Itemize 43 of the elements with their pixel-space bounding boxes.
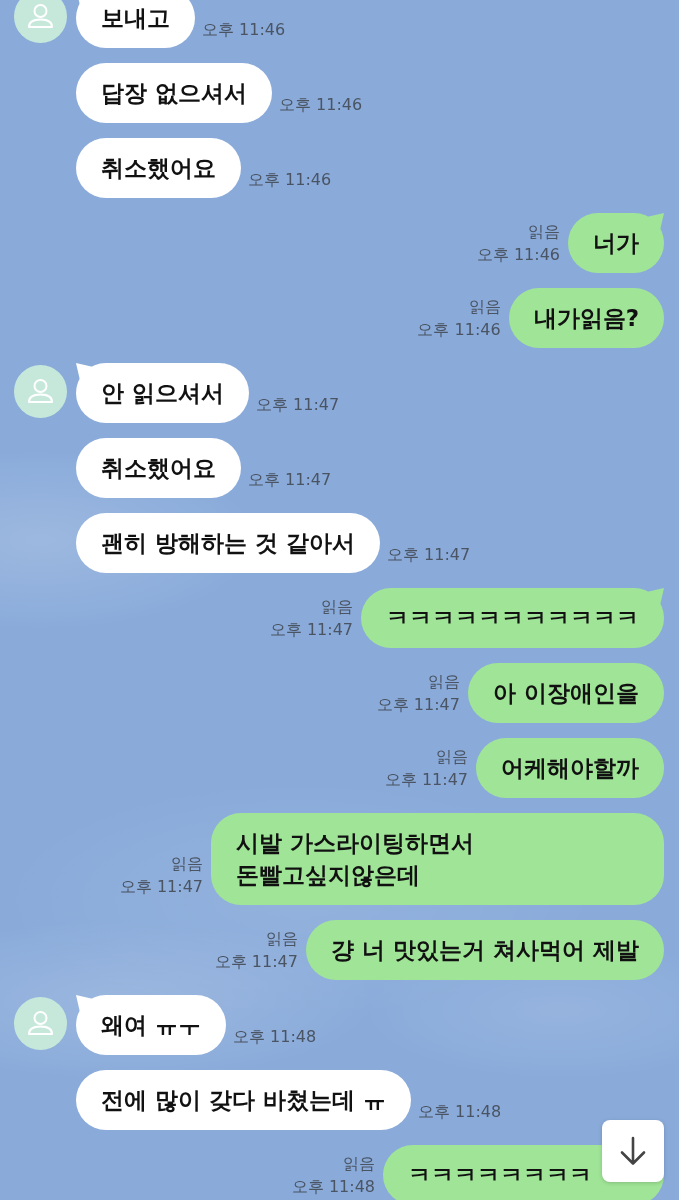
message-bubble: 아 이장애인을: [468, 663, 664, 723]
message-bubble: ㅋㅋㅋㅋㅋㅋㅋㅋㅋㅋㅋ: [361, 588, 664, 648]
timestamp: 오후 11:46: [279, 95, 363, 115]
message-bubble: 전에 많이 갖다 바쳤는데 ㅠ: [76, 1070, 412, 1130]
timestamp: 오후 11:46: [476, 244, 560, 266]
scroll-down-button[interactable]: [602, 1120, 664, 1182]
message-bubble: 왜여 ㅠㅜ: [76, 995, 226, 1055]
message-bubble: 괜히 방해하는 것 같아서: [76, 513, 381, 573]
message-bubble: 내가읽음?: [508, 288, 664, 348]
message-bubble: 너가: [568, 213, 664, 273]
timestamp: 오후 11:47: [248, 470, 332, 490]
timestamp: 오후 11:46: [202, 20, 286, 40]
read-receipt: 읽음: [528, 221, 560, 243]
timestamp: 오후 11:47: [119, 876, 203, 898]
timestamp: 오후 11:47: [214, 951, 298, 973]
message-bubble: 답장 없으셔서: [76, 63, 272, 123]
timestamp: 오후 11:47: [269, 619, 353, 641]
timestamp: 오후 11:47: [376, 694, 460, 716]
timestamp: 오후 11:48: [418, 1102, 502, 1122]
arrow-down-icon: [618, 1136, 648, 1166]
read-receipt: 읽음: [468, 296, 501, 318]
timestamp: 오후 11:47: [387, 545, 471, 565]
message-bubble: 시발 가스라이팅하면서 돈빨고싶지않은데: [211, 813, 664, 905]
timestamp: 오후 11:47: [384, 769, 468, 791]
read-receipt: 읽음: [171, 853, 203, 875]
timestamp: 오후 11:48: [291, 1176, 375, 1198]
message-bubble: 걍 너 맛있는거 쳐사먹어 제발: [305, 920, 664, 980]
read-receipt: 읽음: [321, 596, 353, 618]
avatar-icon[interactable]: [14, 997, 67, 1050]
read-receipt: 읽음: [436, 746, 468, 768]
timestamp: 오후 11:46: [417, 319, 501, 341]
avatar-icon[interactable]: [14, 0, 67, 43]
timestamp: 오후 11:47: [256, 395, 340, 415]
message-bubble: 어케해야할까: [476, 738, 664, 798]
timestamp: 오후 11:46: [248, 170, 332, 190]
message-bubble: 안 읽으셔서: [76, 363, 249, 423]
timestamp: 오후 11:48: [233, 1027, 317, 1047]
message-bubble: 취소했어요: [76, 438, 241, 498]
avatar-icon[interactable]: [14, 365, 67, 418]
read-receipt: 읽음: [428, 671, 460, 693]
read-receipt: 읽음: [343, 1153, 375, 1175]
message-bubble: 취소했어요: [76, 138, 241, 198]
read-receipt: 읽음: [265, 928, 298, 950]
